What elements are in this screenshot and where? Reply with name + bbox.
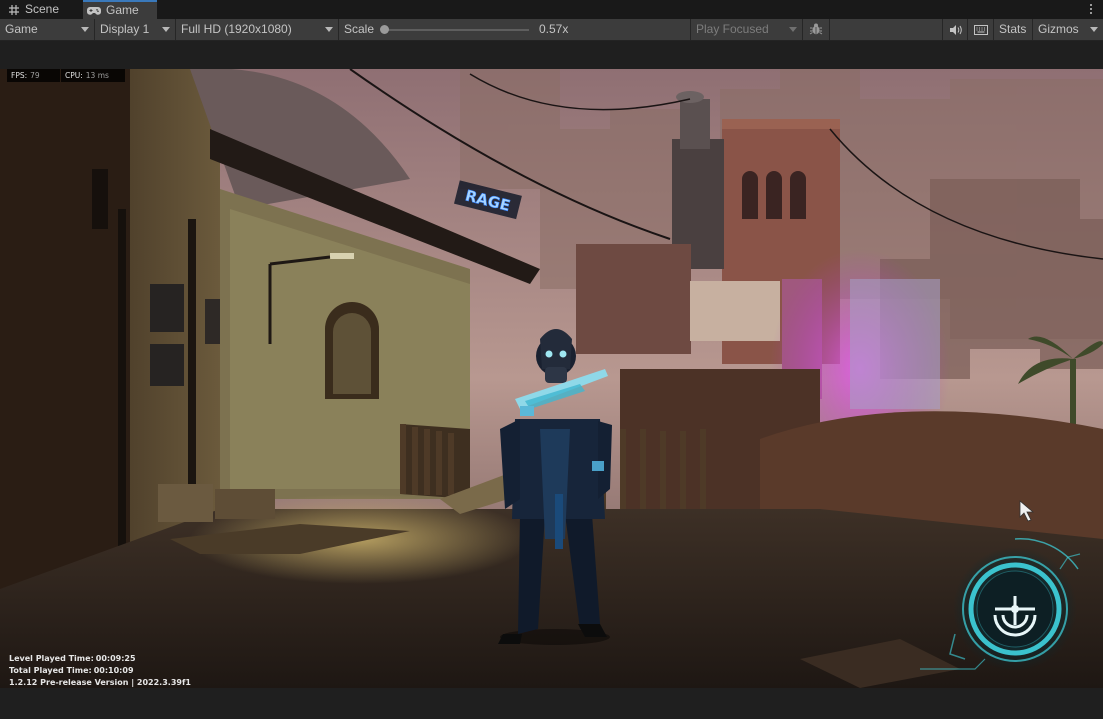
scale-value: 0.57x — [539, 22, 569, 36]
game-view-toolbar: Game Display 1 Full HD (1920x1080) Scale… — [0, 19, 1103, 41]
view-mode-dropdown[interactable]: Game — [0, 19, 95, 40]
scale-label: Scale — [344, 22, 375, 36]
keyboard-icon — [974, 25, 988, 35]
cpu-label: CPU: — [65, 71, 83, 80]
chevron-down-icon — [1090, 27, 1098, 32]
more-options-icon[interactable] — [1087, 2, 1095, 16]
debug-button[interactable] — [803, 19, 830, 40]
resolution-dropdown[interactable]: Full HD (1920x1080) — [176, 19, 339, 40]
total-time-label: Total Played Time: — [9, 666, 92, 675]
play-mode-dropdown[interactable]: Play Focused — [691, 19, 803, 40]
game-viewport[interactable]: RAGE FPS: 79 CPU: 13 ms Level Played Tim… — [0, 69, 1103, 688]
shortcuts-button[interactable] — [968, 19, 994, 40]
tab-game[interactable]: Game — [83, 0, 157, 19]
gizmos-toggle[interactable]: Gizmos — [1033, 19, 1085, 40]
level-time-value: 00:09:25 — [95, 654, 136, 663]
view-mode-label: Game — [5, 22, 38, 36]
display-dropdown[interactable]: Display 1 — [95, 19, 176, 40]
tab-scene-label: Scene — [25, 2, 60, 16]
chevron-down-icon — [325, 27, 333, 32]
viewport-letterbox-bottom — [0, 688, 1103, 719]
gizmos-label: Gizmos — [1038, 22, 1079, 36]
total-played-time: Total Played Time: 00:10:09 — [9, 665, 134, 676]
viewport-letterbox-top — [0, 41, 1103, 69]
level-time-label: Level Played Time: — [9, 654, 94, 663]
tab-scene[interactable]: Scene — [0, 0, 83, 19]
level-played-time: Level Played Time: 00:09:25 — [9, 653, 136, 664]
cpu-value: 13 ms — [85, 71, 109, 80]
scale-control: Scale 0.57x — [339, 19, 691, 40]
unity-game-window: Scene Game Game Display 1 Full HD (1920x… — [0, 0, 1103, 719]
chevron-down-icon — [789, 27, 797, 32]
total-time-value: 00:10:09 — [93, 666, 134, 675]
fps-counter: FPS: 79 — [7, 69, 60, 82]
gizmos-dropdown[interactable] — [1085, 19, 1103, 40]
resolution-label: Full HD (1920x1080) — [181, 22, 292, 36]
fps-label: FPS: — [11, 71, 28, 80]
display-label: Display 1 — [100, 22, 150, 36]
audio-mute-button[interactable] — [943, 19, 968, 40]
chevron-down-icon — [81, 27, 89, 32]
version-text: 1.2.12 Pre-release Version | 2022.3.39f1 — [9, 678, 191, 687]
fps-value: 79 — [30, 71, 40, 80]
stats-label: Stats — [999, 22, 1027, 36]
play-mode-label: Play Focused — [696, 22, 769, 36]
tab-game-label: Game — [106, 3, 139, 17]
stats-toggle[interactable]: Stats — [994, 19, 1033, 40]
speaker-icon — [950, 25, 962, 35]
game-scene-render: RAGE — [0, 69, 1103, 688]
chevron-down-icon — [162, 27, 170, 32]
toolbar-spacer — [830, 19, 943, 40]
scale-slider-track[interactable] — [381, 29, 529, 31]
gamepad-icon — [87, 6, 101, 15]
tab-bar: Scene Game — [0, 0, 1103, 20]
cpu-counter: CPU: 13 ms — [61, 69, 125, 82]
scale-slider-thumb[interactable] — [380, 25, 389, 34]
bug-icon — [809, 23, 823, 35]
grid-icon — [9, 4, 19, 15]
